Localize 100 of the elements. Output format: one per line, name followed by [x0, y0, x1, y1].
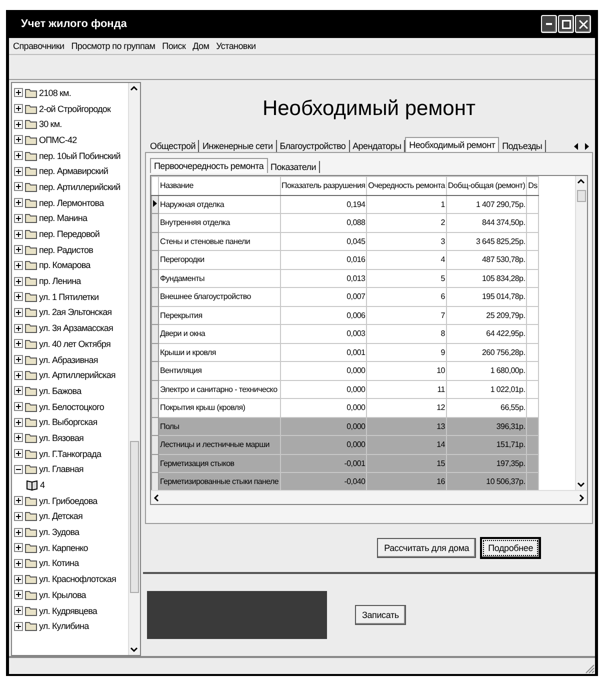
tree-item[interactable]: ул. 2ая Эльтонская — [39, 307, 112, 318]
menu-item[interactable]: Справочники — [13, 41, 64, 51]
expand-icon[interactable] — [14, 496, 23, 506]
scroll-left-icon[interactable] — [151, 492, 161, 502]
tree-item[interactable]: ул. Артиллерийская — [39, 370, 116, 380]
table-row[interactable]: Фундаменты 0,013 5 105 834,28р. — [152, 269, 539, 288]
tab-scroll-left-icon[interactable] — [572, 141, 581, 152]
tree-item[interactable]: 2-ой Стройгородок — [39, 104, 110, 114]
tree-item[interactable]: ул. Зудова — [39, 527, 80, 538]
table-row[interactable]: Двери и окна 0,003 8 64 422,95р. — [152, 324, 539, 343]
tree-item[interactable]: ул. Вязовая — [39, 432, 84, 443]
expand-icon[interactable] — [14, 245, 23, 254]
menu-item[interactable]: Поиск — [162, 41, 186, 51]
scrollbar-thumb[interactable] — [577, 190, 586, 202]
expand-icon[interactable] — [14, 166, 23, 176]
expand-icon[interactable] — [14, 433, 23, 442]
tree-item[interactable]: ул. Главная — [39, 464, 84, 474]
tree-item[interactable]: ул. Кудрявцева — [39, 606, 97, 616]
action-button[interactable]: Рассчитать для дома — [377, 538, 476, 558]
column-header[interactable]: Показатель разрушения — [280, 176, 367, 195]
tree-item[interactable]: пер. 10ый Побинский — [39, 150, 120, 161]
tab[interactable]: Показатели — [268, 161, 320, 173]
column-header[interactable]: Очередность ремонта — [366, 176, 446, 195]
expand-icon[interactable] — [14, 198, 23, 208]
table-row[interactable]: Наружная отделка 0,194 1 1 407 290,75р. — [152, 195, 539, 214]
table-row[interactable]: Внутренняя отделка 0,088 2 844 374,50р. — [152, 214, 539, 232]
tree-item[interactable]: ул. Г.Танкограда — [39, 448, 102, 459]
menu-item[interactable]: Установки — [216, 41, 256, 51]
tree-item[interactable]: ул. Карпенко — [39, 542, 88, 553]
tree-item[interactable]: ул. 1 Пятилетки — [39, 292, 99, 302]
action-button[interactable]: Подробнее — [480, 537, 541, 559]
tree-item[interactable]: ул. Краснофлотская — [39, 574, 116, 584]
tab[interactable]: Первоочередность ремонта — [150, 158, 268, 173]
tab[interactable]: Необходимый ремонт — [405, 137, 500, 152]
expand-icon[interactable] — [14, 214, 23, 223]
expand-icon[interactable] — [14, 88, 23, 98]
tree-item[interactable]: ул. Абразивная — [39, 354, 98, 365]
tree-item[interactable]: ул. Детская — [39, 511, 82, 522]
expand-icon[interactable] — [14, 449, 23, 458]
expand-icon[interactable] — [14, 324, 23, 333]
expand-icon[interactable] — [14, 558, 23, 568]
table-row[interactable]: Покрытия крыш (кровля) 0,000 12 66,55р. — [152, 398, 539, 417]
tree-item[interactable]: пер. Передовой — [39, 229, 100, 240]
size-grip-icon[interactable] — [583, 662, 595, 674]
expand-icon[interactable] — [14, 339, 23, 348]
scroll-down-icon[interactable] — [576, 480, 586, 490]
expand-icon[interactable] — [14, 276, 23, 286]
expand-icon[interactable] — [14, 151, 23, 160]
scroll-up-icon[interactable] — [129, 83, 139, 93]
scroll-down-icon[interactable] — [129, 645, 139, 655]
expand-icon[interactable] — [14, 386, 23, 396]
collapse-icon[interactable] — [14, 464, 23, 474]
expand-icon[interactable] — [14, 528, 23, 537]
save-button[interactable]: Записать — [355, 605, 406, 625]
column-header[interactable]: Название — [158, 176, 280, 195]
table-row[interactable]: Вентиляция 0,000 10 1 680,00р. — [152, 362, 539, 380]
menu-item[interactable]: Дом — [192, 41, 210, 51]
table-row[interactable]: Электро и санитарно - техническо 0,000 11 1 022,01р. — [152, 380, 539, 398]
maximize-button[interactable] — [558, 15, 574, 33]
tree-item[interactable]: ул. Крылова — [39, 590, 86, 600]
table-row[interactable]: Внешнее благоустройство 0,007 6 195 014,78р. — [152, 288, 539, 306]
scroll-right-icon[interactable] — [577, 492, 587, 502]
tree-item[interactable]: ул. 3я Арзамасская — [39, 323, 113, 334]
expand-icon[interactable] — [14, 512, 23, 521]
expand-icon[interactable] — [14, 574, 23, 584]
tree-item[interactable]: ул. 40 лет Октября — [39, 338, 110, 349]
expand-icon[interactable] — [14, 120, 23, 129]
tree-item[interactable]: пер. Артиллерийский — [39, 182, 120, 192]
column-header[interactable]: Ds — [526, 176, 539, 195]
table-row[interactable]: Перегородки 0,016 4 487 530,78р. — [152, 250, 539, 269]
tree-item[interactable]: ул. Грибоедова — [39, 496, 98, 506]
menu-item[interactable]: Просмотр по группам — [71, 41, 156, 51]
expand-icon[interactable] — [14, 230, 23, 239]
tree-item[interactable]: пер. Лермонтова — [39, 198, 104, 208]
table-row[interactable]: Стены и стеновые панели 0,045 3 3 645 825,25р. — [152, 232, 539, 250]
expand-icon[interactable] — [14, 104, 23, 114]
tree-item[interactable]: ул. Кулибина — [39, 621, 89, 632]
tree-item[interactable]: ул. Котина — [39, 558, 79, 568]
expand-icon[interactable] — [14, 370, 23, 380]
tree-item[interactable]: 30 км. — [39, 119, 62, 130]
expand-icon[interactable] — [14, 308, 23, 317]
table-row[interactable]: Герметизация стыков -0,001 15 197,35р. — [152, 454, 539, 472]
tree-item[interactable]: пер. Радистов — [39, 244, 93, 255]
expand-icon[interactable] — [14, 135, 23, 144]
table-row[interactable]: Лестницы и лестничные марши 0,000 14 151,71р. — [152, 436, 539, 454]
minimize-button[interactable] — [541, 15, 557, 33]
tab-scroll-right-icon[interactable] — [582, 141, 591, 152]
table-row[interactable]: Крыши и кровля 0,001 9 260 756,28р. — [152, 343, 539, 362]
scroll-up-icon[interactable] — [576, 176, 586, 186]
tree-item[interactable]: пр. Ленина — [39, 276, 81, 286]
close-button[interactable] — [575, 15, 591, 33]
column-header[interactable]: Dобщ-общая (ремонт) — [446, 176, 527, 195]
expand-icon[interactable] — [14, 590, 23, 600]
tree-item[interactable]: пер. Манина — [39, 213, 88, 224]
tree-item[interactable]: ул. Выборгская — [39, 417, 98, 428]
expand-icon[interactable] — [14, 292, 23, 302]
tree-item[interactable]: ОПМС-42 — [39, 134, 77, 145]
tree-item[interactable]: 2108 км. — [39, 88, 71, 98]
expand-icon[interactable] — [14, 355, 23, 364]
expand-icon[interactable] — [14, 543, 23, 552]
